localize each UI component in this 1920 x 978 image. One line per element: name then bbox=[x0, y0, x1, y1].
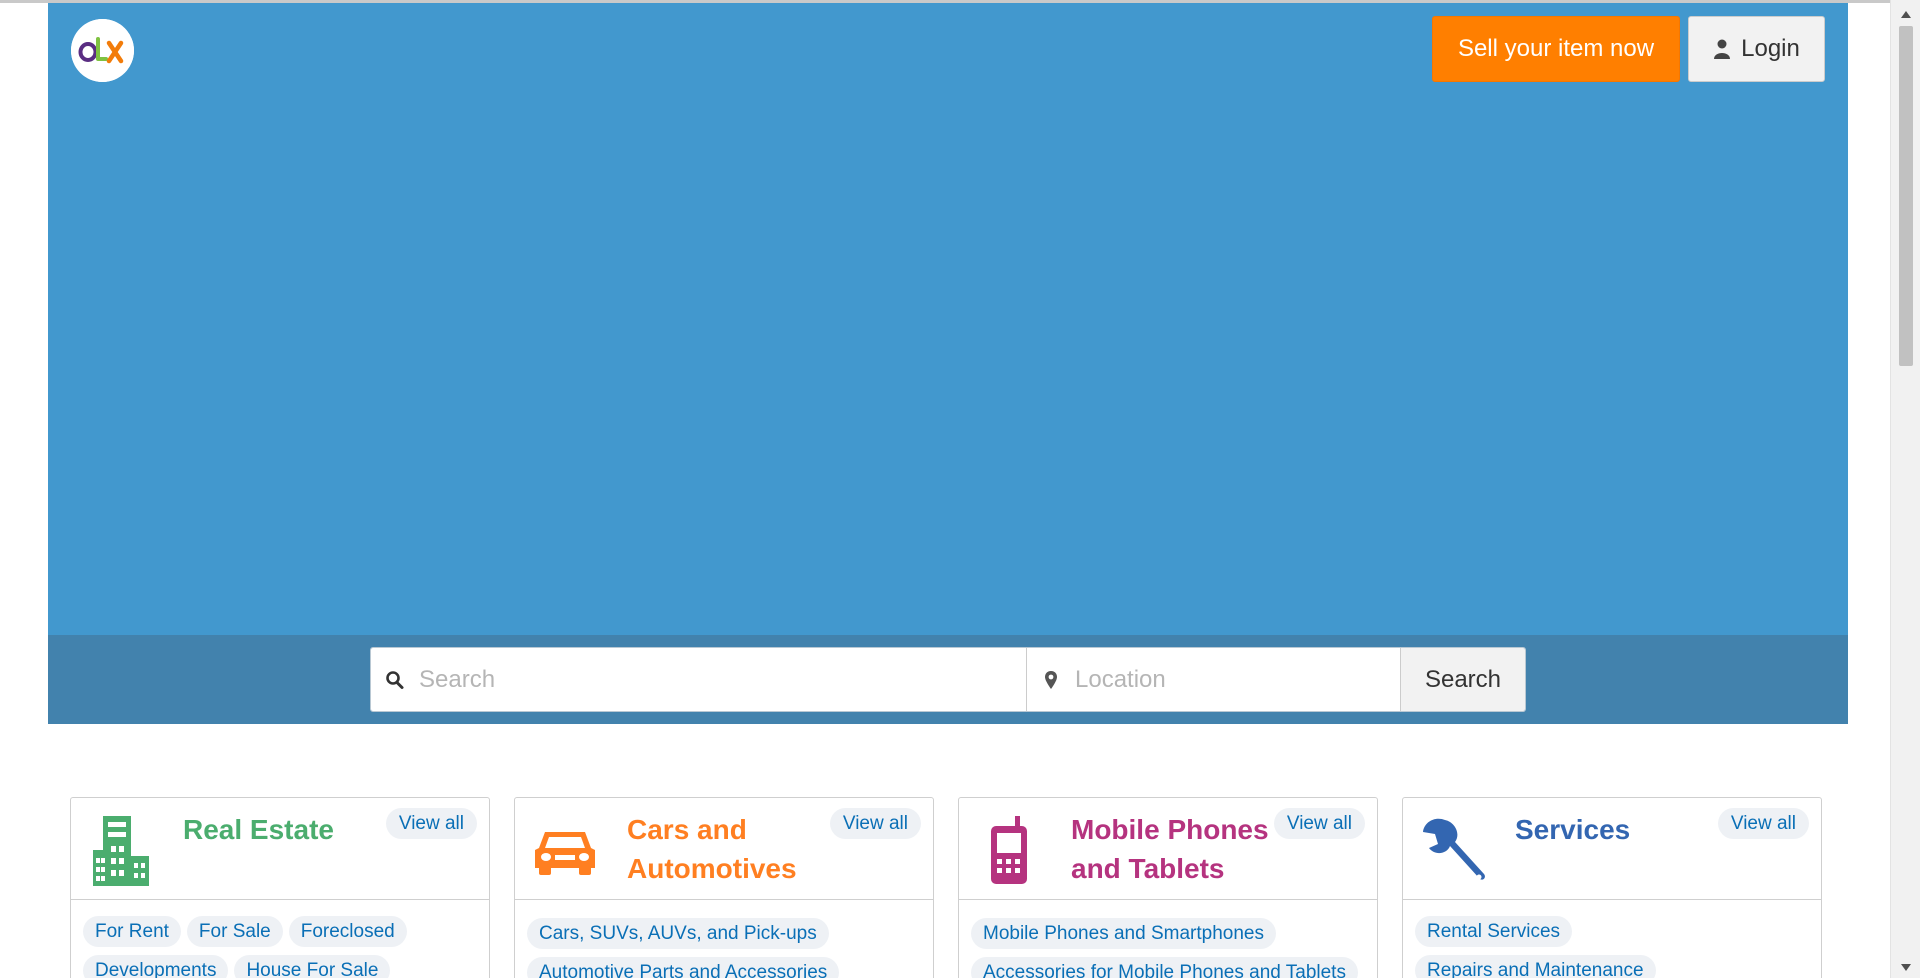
subcategory-link[interactable]: Rental Services bbox=[1415, 916, 1573, 947]
subcategory-link[interactable]: Developments bbox=[83, 955, 229, 978]
view-all-link[interactable]: View all bbox=[1717, 808, 1809, 839]
subcategory-list: Mobile Phones and Smartphones Accessories… bbox=[971, 918, 1371, 978]
subcategory-link[interactable]: Accessories for Mobile Phones and Tablet… bbox=[971, 957, 1358, 978]
scroll-down-arrow-icon bbox=[1901, 963, 1911, 971]
search-form: Search bbox=[370, 647, 1526, 712]
category-card-real-estate: Real Estate View all For Rent For Sale For… bbox=[70, 797, 490, 978]
subcategory-link[interactable]: Cars, SUVs, AUVs, and Pick-ups bbox=[527, 918, 829, 949]
category-card-header: Mobile Phones and Tablets View all bbox=[959, 798, 1377, 900]
category-card-mobile-phones: Mobile Phones and Tablets View all Mobil… bbox=[958, 797, 1378, 978]
subcategory-link[interactable]: For Rent bbox=[83, 916, 181, 947]
subcategory-link[interactable]: Repairs and Maintenance bbox=[1415, 955, 1656, 978]
window-top-border bbox=[0, 0, 1920, 3]
location-input[interactable] bbox=[1075, 648, 1392, 711]
search-bar: Search bbox=[48, 635, 1848, 724]
category-title[interactable]: Services bbox=[1515, 810, 1715, 849]
category-card-services: Services View all Rental Services Repairs… bbox=[1402, 797, 1822, 978]
search-field bbox=[371, 648, 1027, 711]
user-icon bbox=[1714, 39, 1731, 59]
scroll-down-button[interactable] bbox=[1891, 956, 1920, 978]
category-title[interactable]: Mobile Phones and Tablets bbox=[1071, 810, 1271, 888]
scroll-up-arrow-icon bbox=[1901, 10, 1911, 18]
hero-banner: Sell your item now Login bbox=[48, 3, 1848, 635]
subcategory-link[interactable]: Automotive Parts and Accessories bbox=[527, 957, 840, 978]
mobile-phone-icon bbox=[991, 816, 1027, 884]
subcategory-link[interactable]: Mobile Phones and Smartphones bbox=[971, 918, 1276, 949]
location-field bbox=[1027, 648, 1401, 711]
olx-logo[interactable] bbox=[71, 19, 134, 82]
location-pin-icon bbox=[1045, 671, 1057, 689]
olx-logo-icon bbox=[71, 19, 134, 82]
scroll-up-button[interactable] bbox=[1891, 3, 1920, 25]
vertical-scrollbar[interactable] bbox=[1890, 0, 1920, 978]
building-icon bbox=[93, 816, 149, 886]
search-input[interactable] bbox=[419, 648, 1018, 711]
category-card-cars: Cars and Automotives View all Cars, SUVs… bbox=[514, 797, 934, 978]
search-icon bbox=[386, 671, 404, 689]
view-all-link[interactable]: View all bbox=[385, 808, 477, 839]
category-card-header: Real Estate View all bbox=[71, 798, 489, 900]
subcategory-link[interactable]: Foreclosed bbox=[288, 916, 407, 947]
sell-item-button[interactable]: Sell your item now bbox=[1432, 16, 1680, 82]
car-icon bbox=[535, 832, 595, 875]
subcategory-link[interactable]: House For Sale bbox=[234, 955, 391, 978]
login-button[interactable]: Login bbox=[1688, 16, 1825, 82]
wrench-icon bbox=[1423, 818, 1485, 880]
subcategory-link[interactable]: For Sale bbox=[186, 916, 283, 947]
category-title[interactable]: Real Estate bbox=[183, 810, 383, 849]
view-all-link[interactable]: View all bbox=[1273, 808, 1365, 839]
login-label: Login bbox=[1741, 35, 1800, 62]
subcategory-list: Cars, SUVs, AUVs, and Pick-ups Automotive… bbox=[527, 918, 927, 978]
category-title[interactable]: Cars and Automotives bbox=[627, 810, 827, 888]
category-card-header: Services View all bbox=[1403, 798, 1821, 900]
scrollbar-thumb[interactable] bbox=[1899, 26, 1913, 366]
subcategory-list: Rental Services Repairs and Maintenance bbox=[1415, 916, 1815, 978]
subcategory-list: For Rent For Sale Foreclosed Developments Ho… bbox=[83, 916, 483, 978]
search-button[interactable]: Search bbox=[1401, 648, 1525, 711]
page: Sell your item now Login Search Location… bbox=[0, 0, 1890, 978]
category-card-header: Cars and Automotives View all bbox=[515, 798, 933, 900]
view-all-link[interactable]: View all bbox=[829, 808, 921, 839]
sell-item-label: Sell your item now bbox=[1457, 35, 1655, 62]
